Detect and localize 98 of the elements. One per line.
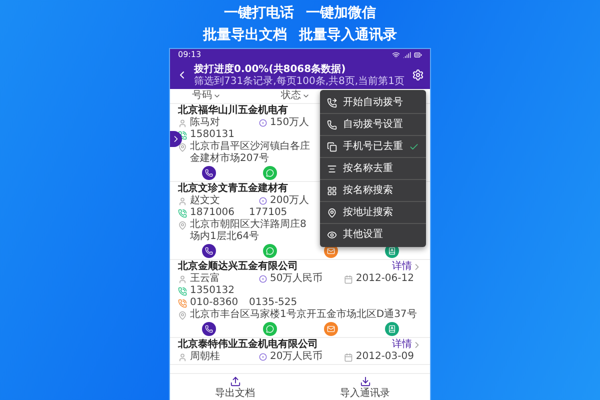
menu-item[interactable]: 其他设置 [320,223,426,245]
menu-item[interactable]: 自动拨号设置 [320,113,426,135]
contact-card-icon [388,324,396,332]
founding-date: 2012-06-12 [356,273,414,285]
download-icon [360,376,370,386]
phone-button[interactable] [202,322,216,336]
split-icon [327,164,337,174]
bottom-action-button[interactable]: 导出文档 [170,374,300,400]
menu-label: 按名称去重 [343,162,394,174]
phone-number[interactable]: 1580131 [190,129,235,141]
feature-headline: 批量导入通讯录 [299,27,397,43]
phone-icon [204,324,212,332]
phone-icon [204,168,212,176]
menu-item[interactable]: 按地址搜索 [320,201,426,223]
telephone-icon [327,120,337,130]
feature-headline: 一键加微信 [306,5,376,21]
company-name: 北京金顺达兴五金有限公司 [178,260,298,272]
capital-icon [259,275,267,283]
contact-card-icon [388,246,396,254]
map-pin-icon [178,143,187,152]
column-filter[interactable]: 号码 [192,90,221,102]
phone-number[interactable]: 0135-525 [249,297,298,309]
capital-icon [259,197,267,205]
phone-number[interactable]: 177105 [249,207,288,219]
caret-icon [213,92,221,100]
company-card[interactable]: 北京金顺达兴五金有限公司 详情 王云富 50万人民币 2012-06-12 1350132 010-8360 0135-525 北京市丰台区马家楼1号京开五金市场北区D通37号 [170,260,430,338]
phone-number[interactable]: 1350132 [190,285,235,297]
phone-number[interactable]: 010-8360 [190,297,238,309]
registered-capital: 50万人民币 [270,273,323,285]
registered-capital: 20万人民币 [270,351,323,363]
capital-icon [259,353,267,361]
menu-label: 其他设置 [343,228,384,240]
address-line: 北京市朝阳区大洋路周庄8 [190,219,306,230]
menu-item[interactable]: 手机号已去重 [320,135,426,157]
detail-link[interactable]: 详情 [392,338,422,350]
menu-item[interactable]: 按名称去重 [320,157,426,179]
registered-capital: 200万人 [270,195,310,207]
phone-forward-icon [327,98,337,108]
person-icon [178,274,187,284]
calendar-icon [344,274,353,284]
company-name: 北京泰特伟业五金机电有限公司 [178,338,318,350]
phone-call-icon [178,208,187,218]
menu-label: 按地址搜索 [343,206,394,218]
battery-icon [414,51,422,59]
grid-icon [327,186,337,196]
eye-icon [327,230,337,240]
detail-link[interactable]: 详情 [392,260,422,272]
expand-tab[interactable] [170,131,182,147]
phone-call-icon [178,286,187,296]
person-icon [178,196,187,206]
phone-button[interactable] [202,244,216,258]
address-line: 场内1层北64号 [190,231,260,243]
map-pin-icon [327,208,337,218]
phone-icon [204,246,212,254]
contact-name: 赵文文 [190,195,220,207]
phone-button[interactable] [202,166,216,180]
menu-item[interactable]: 按名称搜索 [320,179,426,201]
menu-label: 自动拨号设置 [343,118,403,130]
contact-name: 周朝桂 [190,351,220,363]
copy-icon [327,142,337,152]
address-line: 北京市丰台区马家楼1号京开五金市场北区D通37号 [190,309,417,321]
wifi-icon [392,51,400,59]
registered-capital: 150万人 [270,117,310,129]
capital-icon [259,119,267,127]
phone-call-icon [178,130,187,140]
person-icon [178,118,187,128]
progress-title: 拨打进度0.00%(共8068条数据) [194,62,347,76]
chat-icon [266,324,274,332]
menu-label: 按名称搜索 [343,184,394,196]
company-card[interactable]: 北京泰特伟业五金机电有限公司 详情 周朝桂 20万人民币 2012-03-09 [170,338,430,365]
address-line: 北京市昌平区沙河镇白各庄 [190,141,310,152]
feature-headline: 批量导出文档 [203,27,287,43]
bottom-action-button[interactable]: 导入通讯录 [300,374,430,400]
phone-call-icon [178,298,187,308]
contact-name: 陈马对 [190,117,220,129]
map-pin-icon [178,221,187,230]
phone-number[interactable]: 1871006 [190,207,235,219]
founding-date: 2012-03-09 [356,351,414,363]
settings-icon[interactable] [412,69,424,81]
company-name: 北京福华山川五金机电有 [178,104,288,116]
chat-icon [266,168,274,176]
mail-icon [326,246,334,254]
upload-icon [230,376,240,386]
address-line: 金建材市场207号 [190,153,270,165]
filter-summary: 筛选到731条记录,每页100条,共8页,当前第1页 [194,76,406,88]
status-time: 09:13 [178,50,202,60]
calendar-icon [344,352,353,362]
contact-name: 王云富 [190,273,220,285]
chat-icon [266,246,274,254]
company-name: 北京文珍文青五金建材有 [178,182,288,194]
caret-icon [302,92,310,100]
menu-label: 手机号已去重 [343,140,403,152]
person-icon [178,352,187,362]
column-filter[interactable]: 状态 [281,90,310,102]
map-pin-icon [178,311,187,320]
mail-icon [326,324,334,332]
signal-icon [403,51,411,59]
feature-headline: 一键打电话 [224,5,294,21]
